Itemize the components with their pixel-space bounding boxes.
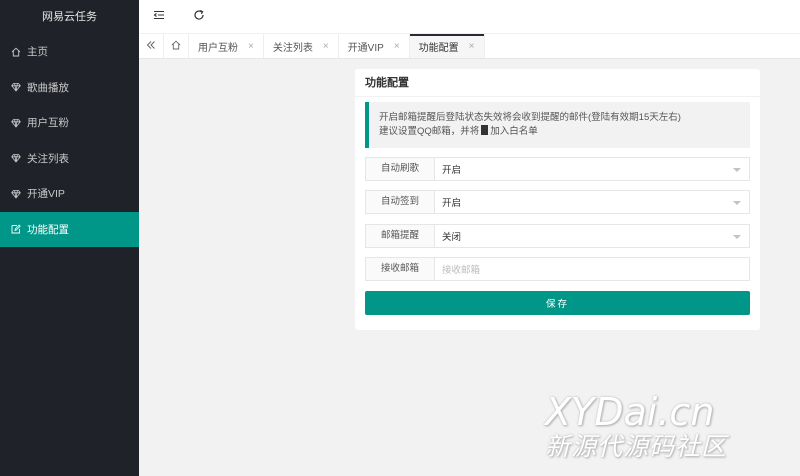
- settings-card: 功能配置 开启邮箱提醒后登陆状态失效将会收到提醒的邮件(登陆有效期15天左右) …: [355, 69, 760, 330]
- close-icon[interactable]: ×: [469, 41, 475, 52]
- close-icon[interactable]: ×: [323, 41, 329, 52]
- select-value: 开启: [442, 198, 462, 209]
- notice-box: 开启邮箱提醒后登陆状态失效将会收到提醒的邮件(登陆有效期15天左右) 建议设置Q…: [365, 102, 750, 148]
- caret-down-icon: [733, 235, 741, 239]
- diamond-icon: [11, 118, 21, 128]
- caret-down-icon: [733, 168, 741, 172]
- refresh-button[interactable]: [179, 0, 219, 34]
- field-label: 自动刷歌: [365, 157, 434, 181]
- email-alert-select[interactable]: 关闭: [434, 224, 750, 248]
- card-title: 功能配置: [355, 69, 760, 97]
- tab-label: 功能配置: [418, 42, 459, 54]
- sidebar-item-home[interactable]: 主页: [0, 34, 139, 70]
- select-value: 关闭: [442, 232, 462, 243]
- watermark-main: XYDai.cn: [545, 390, 715, 434]
- save-button[interactable]: 保存: [365, 291, 750, 315]
- sidebar-item-vip[interactable]: 开通VIP: [0, 176, 139, 212]
- double-chevron-left-icon: [146, 40, 156, 53]
- input-placeholder: 接收邮箱: [442, 265, 481, 276]
- field-label: 自动签到: [365, 190, 434, 214]
- tab-home-button[interactable]: [164, 34, 189, 58]
- sidebar-item-label: 开通VIP: [27, 188, 65, 201]
- sidebar-item-label: 歌曲播放: [27, 81, 69, 94]
- tab-settings[interactable]: 功能配置 ×: [409, 34, 485, 58]
- sidebar-item-song-play[interactable]: 歌曲播放: [0, 70, 139, 106]
- tab-vip[interactable]: 开通VIP ×: [339, 34, 410, 58]
- tab-scroll-left-button[interactable]: [139, 34, 164, 58]
- app-title: 网易云任务: [42, 11, 97, 23]
- form-row-auto-signin: 自动签到 开启: [365, 190, 750, 214]
- tab-bar: 用户互粉 × 关注列表 × 开通VIP × 功能配置 ×: [139, 34, 800, 59]
- close-icon[interactable]: ×: [248, 41, 254, 52]
- redacted-block: [481, 125, 489, 135]
- sidebar-item-follow-list[interactable]: 关注列表: [0, 141, 139, 177]
- tab-label: 用户互粉: [198, 42, 238, 54]
- sidebar-item-label: 功能配置: [27, 223, 69, 236]
- notice-line-2-end: 加入白名单: [490, 126, 538, 137]
- sidebar: 网易云任务 主页 歌曲播放 用户互粉 关注列表 开通VIP 功能配置: [0, 0, 139, 476]
- tab-label: 关注列表: [272, 42, 313, 54]
- field-label: 接收邮箱: [365, 257, 434, 281]
- collapse-menu-icon: [153, 9, 165, 24]
- refresh-icon: [193, 9, 205, 24]
- select-value: 开启: [442, 165, 462, 176]
- tab-label: 开通VIP: [347, 42, 384, 54]
- edit-icon: [11, 224, 21, 234]
- caret-down-icon: [733, 201, 741, 205]
- field-label: 邮箱提醒: [365, 224, 434, 248]
- sidebar-item-label: 关注列表: [27, 152, 69, 165]
- tab-user-follow[interactable]: 用户互粉 ×: [189, 34, 264, 58]
- sidebar-item-user-follow[interactable]: 用户互粉: [0, 105, 139, 141]
- notice-line-2: 建议设置QQ邮箱，并将 加入白名单: [379, 125, 740, 139]
- sidebar-item-label: 用户互粉: [27, 117, 69, 130]
- receive-email-input[interactable]: 接收邮箱: [434, 257, 750, 281]
- collapse-menu-button[interactable]: [139, 0, 179, 34]
- tab-follow-list[interactable]: 关注列表 ×: [264, 34, 339, 58]
- watermark: XYDai.cn 新源代源码社区: [545, 392, 795, 472]
- home-icon: [171, 40, 181, 53]
- notice-line-2-start: 建议设置QQ邮箱，并将: [379, 126, 480, 137]
- auto-play-select[interactable]: 开启: [434, 157, 750, 181]
- diamond-icon: [11, 82, 21, 92]
- form-row-receive-email: 接收邮箱 接收邮箱: [365, 257, 750, 281]
- close-icon[interactable]: ×: [394, 41, 400, 52]
- home-icon: [11, 47, 21, 57]
- notice-line-1: 开启邮箱提醒后登陆状态失效将会收到提醒的邮件(登陆有效期15天左右): [379, 112, 681, 123]
- top-toolbar: [139, 0, 800, 34]
- auto-signin-select[interactable]: 开启: [434, 190, 750, 214]
- watermark-sub: 新源代源码社区: [545, 432, 728, 461]
- diamond-icon: [11, 189, 21, 199]
- sidebar-item-settings[interactable]: 功能配置: [0, 211, 139, 247]
- sidebar-item-label: 主页: [27, 46, 48, 59]
- diamond-icon: [11, 153, 21, 163]
- form-row-email-alert: 邮箱提醒 关闭: [365, 224, 750, 248]
- form-row-auto-play: 自动刷歌 开启: [365, 157, 750, 181]
